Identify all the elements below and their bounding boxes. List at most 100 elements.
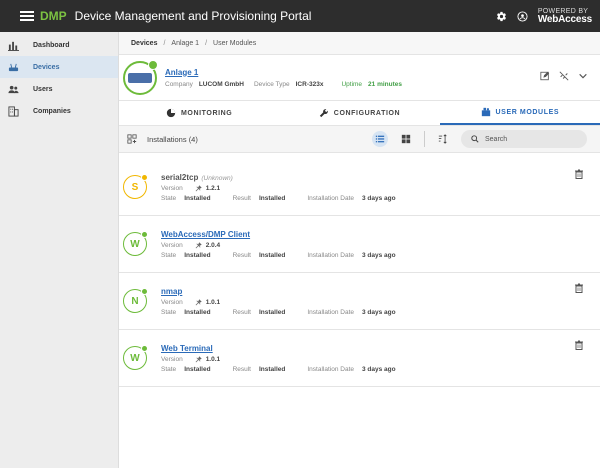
module-state: Installed (184, 194, 211, 202)
module-avatar: N (123, 288, 148, 313)
sort-button[interactable] (435, 131, 451, 147)
search-input[interactable]: Search (461, 130, 587, 148)
version-pin-icon (195, 241, 202, 248)
uptime-value: 21 minutes (368, 80, 403, 88)
breadcrumb-separator: / (205, 39, 208, 47)
module-date: 3 days ago (362, 365, 396, 373)
status-dot-icon (141, 231, 148, 238)
hamburger-menu-icon[interactable] (20, 11, 34, 21)
edit-icon[interactable] (540, 71, 550, 81)
status-dot-icon (141, 345, 148, 352)
sidebar-item-devices[interactable]: Devices (0, 56, 118, 78)
module-row-webaccess-dmp-client: W WebAccess/DMP Client Version 2.0.4 Stat… (119, 216, 600, 273)
brand-logo: DMP (40, 9, 67, 23)
device-type-value: ICR-323x (295, 80, 324, 88)
sidebar-item-label: Users (33, 85, 53, 93)
account-icon[interactable] (517, 10, 528, 22)
version-pin-icon (195, 355, 202, 362)
module-state: Installed (184, 251, 211, 259)
module-version: 1.2.1 (205, 184, 221, 192)
top-bar: DMP Device Management and Provisioning P… (0, 0, 600, 32)
module-row-serial2tcp: S serial2tcp (Unknown) Version 1.2.1 State… (119, 159, 600, 216)
module-unknown-note: (Unknown) (201, 174, 233, 182)
version-pin-icon (195, 184, 202, 191)
module-result: Installed (259, 194, 286, 202)
users-icon (8, 85, 19, 93)
tab-label: USER MODULES (495, 108, 560, 116)
search-placeholder: Search (485, 135, 508, 143)
module-name-link[interactable]: nmap (161, 287, 396, 296)
grid-view-icon (401, 134, 411, 144)
online-status-icon (148, 59, 158, 70)
bar-chart-icon (8, 41, 19, 51)
module-version: 2.0.4 (205, 241, 221, 249)
module-date: 3 days ago (362, 194, 396, 202)
sidebar-item-label: Dashboard (33, 41, 70, 49)
module-version: 1.0.1 (205, 298, 221, 306)
grid-view-button[interactable] (398, 131, 414, 147)
trash-icon[interactable] (574, 169, 584, 179)
modules-list: S serial2tcp (Unknown) Version 1.2.1 State… (119, 153, 600, 387)
breadcrumb-devices[interactable]: Devices (131, 40, 157, 47)
modules-icon (481, 107, 490, 117)
device-router-icon (123, 59, 158, 95)
tab-configuration[interactable]: CONFIGURATION (279, 101, 439, 125)
status-dot-icon (141, 288, 148, 295)
module-result: Installed (259, 308, 286, 316)
tab-label: MONITORING (180, 109, 233, 117)
module-name: serial2tcp (Unknown) (161, 172, 233, 182)
tab-monitoring[interactable]: MONITORING (119, 101, 279, 125)
trash-icon[interactable] (574, 340, 584, 350)
module-name-link[interactable]: Web Terminal (161, 344, 396, 353)
module-row-web-terminal: W Web Terminal Version 1.0.1 State Install… (119, 330, 600, 387)
main-content: Devices / Anlage 1 / User Modules Anlage… (119, 32, 600, 468)
powered-by-brand: WebAccess (537, 13, 592, 25)
module-result: Installed (259, 365, 286, 373)
device-name-link[interactable]: Anlage 1 (165, 68, 402, 77)
breadcrumb: Devices / Anlage 1 / User Modules (119, 32, 600, 55)
breadcrumb-device[interactable]: Anlage 1 (171, 40, 199, 47)
module-date: 3 days ago (362, 251, 396, 259)
device-type-label: Device Type (253, 80, 290, 88)
tab-bar: MONITORING CONFIGURATION USER MODULES (119, 101, 600, 126)
company-label: Company (165, 80, 193, 88)
sidebar: Dashboard Devices Users Companies (0, 32, 119, 468)
tab-user-modules[interactable]: USER MODULES (439, 101, 600, 125)
add-module-icon[interactable] (127, 134, 137, 144)
sort-icon (438, 134, 447, 144)
device-header: Anlage 1 Company LUCOM GmbH Device Type IC… (119, 55, 600, 101)
modules-toolbar: Installations (4) Search (119, 126, 600, 153)
sidebar-item-label: Devices (33, 63, 60, 71)
list-view-icon (375, 135, 385, 143)
wrench-icon (319, 109, 328, 118)
module-avatar: W (123, 345, 148, 370)
sidebar-item-label: Companies (33, 107, 71, 115)
tab-label: CONFIGURATION (333, 109, 401, 117)
breadcrumb-separator: / (163, 39, 166, 47)
module-result: Installed (259, 251, 286, 259)
toolbar-divider (424, 131, 425, 147)
sidebar-item-dashboard[interactable]: Dashboard (0, 34, 118, 56)
unlink-icon[interactable] (559, 71, 569, 81)
app-title: Device Management and Provisioning Porta… (74, 9, 312, 23)
installations-count: Installations (4) (147, 134, 198, 144)
status-dot-icon (141, 174, 148, 181)
uptime-label: Uptime (341, 80, 363, 88)
gear-icon[interactable] (496, 11, 507, 22)
module-name-link[interactable]: WebAccess/DMP Client (161, 230, 396, 239)
module-state: Installed (184, 365, 211, 373)
pie-chart-icon (166, 108, 176, 118)
module-avatar: S (123, 174, 148, 199)
chevron-down-icon[interactable] (578, 71, 588, 81)
breadcrumb-current: User Modules (213, 39, 257, 47)
sidebar-item-users[interactable]: Users (0, 78, 118, 100)
module-date: 3 days ago (362, 308, 396, 316)
sidebar-item-companies[interactable]: Companies (0, 100, 118, 122)
version-pin-icon (195, 298, 202, 305)
list-view-button[interactable] (372, 131, 388, 147)
module-avatar: W (123, 231, 148, 256)
search-icon (471, 135, 479, 143)
module-row-nmap: N nmap Version 1.0.1 State Installed Result… (119, 273, 600, 330)
powered-by-logo: POWERED BY WebAccess (538, 8, 592, 25)
trash-icon[interactable] (574, 283, 584, 293)
